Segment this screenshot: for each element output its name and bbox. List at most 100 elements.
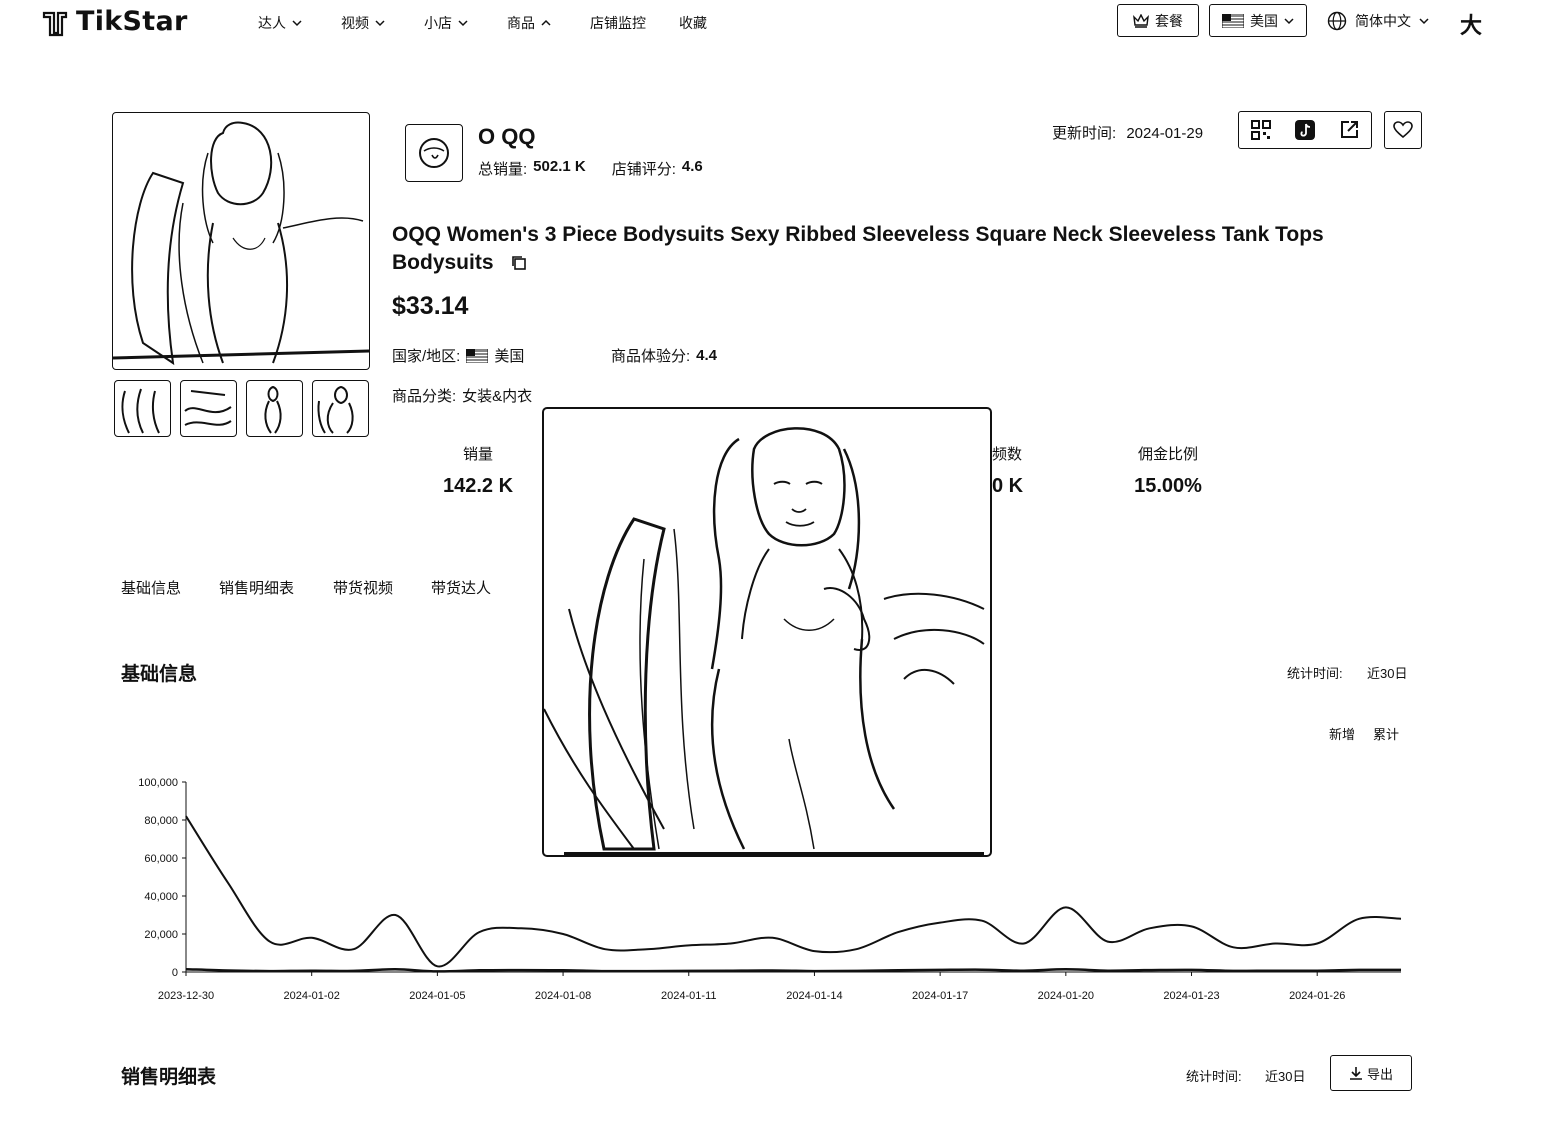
us-flag-icon <box>1222 13 1244 28</box>
nav-item-favorites[interactable]: 收藏 <box>679 13 707 33</box>
product-main-image[interactable] <box>112 112 370 370</box>
y-tick-label: 20,000 <box>144 929 178 941</box>
sales-detail-period-value[interactable]: 近30日 <box>1265 1066 1305 1085</box>
thumbnail-photo <box>264 385 282 434</box>
product-category: 商品分类: 女装&内衣 <box>392 385 532 406</box>
plan-button[interactable]: 套餐 <box>1117 4 1199 37</box>
region-label: 美国 <box>1250 12 1278 29</box>
chevron-down-icon <box>375 20 385 27</box>
copy-icon[interactable] <box>511 255 527 271</box>
us-flag-icon <box>466 348 489 363</box>
export-button[interactable]: 导出 <box>1330 1055 1412 1091</box>
product-tools <box>1238 111 1372 149</box>
secondary-series-line <box>185 967 1402 973</box>
nav-item-products[interactable]: 商品 <box>507 13 551 33</box>
brand-logo[interactable]: TikStar <box>40 6 188 37</box>
chevron-down-icon <box>1284 17 1294 24</box>
nav-item-shops[interactable]: 小店 <box>424 13 468 33</box>
product-thumbnail[interactable] <box>246 380 303 437</box>
y-tick-label: 60,000 <box>144 853 178 865</box>
y-tick-label: 80,000 <box>144 815 178 827</box>
shop-rating-value: 4.6 <box>681 158 703 175</box>
x-tick-label: 2024-01-26 <box>1289 990 1345 1002</box>
sales-stat-label: 销量 <box>462 446 493 463</box>
product-thumbnail[interactable] <box>114 380 171 437</box>
commission-stat-value: 15.00% <box>1134 475 1202 497</box>
heart-icon <box>1393 121 1413 139</box>
region-select[interactable]: 美国 <box>1209 4 1307 37</box>
videos-stat-label: 频数 <box>992 446 1023 463</box>
toggle-new[interactable]: 新增 <box>1329 724 1355 743</box>
tikstar-logo-icon <box>42 11 68 36</box>
country-value: 美国 <box>494 348 525 365</box>
x-tick-label: 2024-01-23 <box>1163 990 1219 1002</box>
y-tick-label: 40,000 <box>144 891 178 903</box>
favorite-button[interactable] <box>1384 111 1422 149</box>
top-nav: TikStar 达人 视频 小店 商品 店铺监控 收藏 套餐 美国 简体中文 大 <box>0 0 1563 44</box>
basic-info-period-value[interactable]: 近30日 <box>1367 663 1407 682</box>
nav-label: 商品 <box>507 15 535 31</box>
nav-label: 达人 <box>258 15 286 31</box>
update-time-label: 更新时间: <box>1052 125 1117 142</box>
product-country: 国家/地区: 美国 <box>392 345 524 366</box>
product-thumbnail[interactable] <box>312 380 369 437</box>
total-sales-value: 502.1 K <box>533 158 586 175</box>
language-select[interactable]: 简体中文 <box>1327 11 1429 31</box>
tab-basic-info[interactable]: 基础信息 <box>121 577 181 598</box>
toggle-total[interactable]: 累计 <box>1373 724 1399 743</box>
update-time: 更新时间: 2024-01-29 <box>1052 122 1203 143</box>
tab-videos[interactable]: 带货视频 <box>333 577 393 598</box>
external-link-icon[interactable] <box>1338 119 1360 141</box>
total-sales-label: 总销量: <box>478 161 528 178</box>
thumbnail-photo <box>121 388 160 434</box>
category-label: 商品分类: <box>392 388 457 405</box>
brand-name: TikStar <box>76 6 188 37</box>
shop-logo[interactable] <box>405 124 463 182</box>
qr-code-icon[interactable] <box>1250 119 1272 141</box>
nav-label: 小店 <box>424 15 452 31</box>
shop-rating-label: 店铺评分: <box>611 161 676 178</box>
enlarged-product-photo <box>544 427 985 855</box>
videos-stat-value: 0 K <box>992 475 1024 497</box>
product-title: OQQ Women's 3 Piece Bodysuits Sexy Ribbe… <box>392 221 1412 277</box>
chevron-down-icon <box>292 20 302 27</box>
sales-stat-value: 142.2 K <box>442 475 514 497</box>
commission-stat-label: 佣金比例 <box>1137 446 1198 463</box>
x-tick-label: 2024-01-14 <box>786 990 842 1002</box>
nav-label: 收藏 <box>679 15 707 31</box>
thumbnail-photo <box>317 385 354 434</box>
tiktok-icon[interactable] <box>1294 119 1316 141</box>
nav-label: 店铺监控 <box>590 15 646 31</box>
chevron-down-icon <box>458 20 468 27</box>
basic-info-title: 基础信息 <box>121 664 198 685</box>
language-label: 简体中文 <box>1355 13 1411 29</box>
globe-icon <box>1327 11 1347 31</box>
sales-detail-period-label: 统计时间: <box>1186 1069 1242 1084</box>
export-label: 导出 <box>1366 1066 1393 1082</box>
shop-name[interactable]: O QQ <box>478 124 535 150</box>
thumbnail-photo <box>184 390 232 426</box>
nav-item-videos[interactable]: 视频 <box>341 13 385 33</box>
x-tick-label: 2024-01-20 <box>1038 990 1094 1002</box>
tab-sales-detail[interactable]: 销售明细表 <box>219 577 294 598</box>
x-tick-label: 2024-01-11 <box>661 990 716 1002</box>
category-value[interactable]: 女装&内衣 <box>462 385 532 406</box>
x-tick-label: 2024-01-17 <box>912 990 968 1002</box>
shop-stats: 总销量: 502.1 K 店铺评分: 4.6 <box>478 158 703 179</box>
product-photo <box>113 121 369 366</box>
x-tick-label: 2024-01-08 <box>535 990 591 1002</box>
product-thumbnail[interactable] <box>180 380 237 437</box>
plan-label: 套餐 <box>1155 12 1183 29</box>
font-size-toggle[interactable]: 大 <box>1460 8 1482 40</box>
experience-value: 4.4 <box>696 347 718 364</box>
country-label: 国家/地区: <box>392 348 461 365</box>
nav-item-shop-monitor[interactable]: 店铺监控 <box>590 13 646 33</box>
experience-label: 商品体验分: <box>611 348 691 365</box>
x-tick-label: 2023-12-30 <box>158 990 214 1002</box>
nav-item-influencers[interactable]: 达人 <box>258 13 302 33</box>
tab-influencers[interactable]: 带货达人 <box>431 577 491 598</box>
product-title-text: OQQ Women's 3 Piece Bodysuits Sexy Ribbe… <box>392 223 1324 274</box>
x-tick-label: 2024-01-02 <box>284 990 340 1002</box>
image-preview-overlay[interactable] <box>542 407 992 857</box>
shop-avatar-icon <box>419 138 449 168</box>
